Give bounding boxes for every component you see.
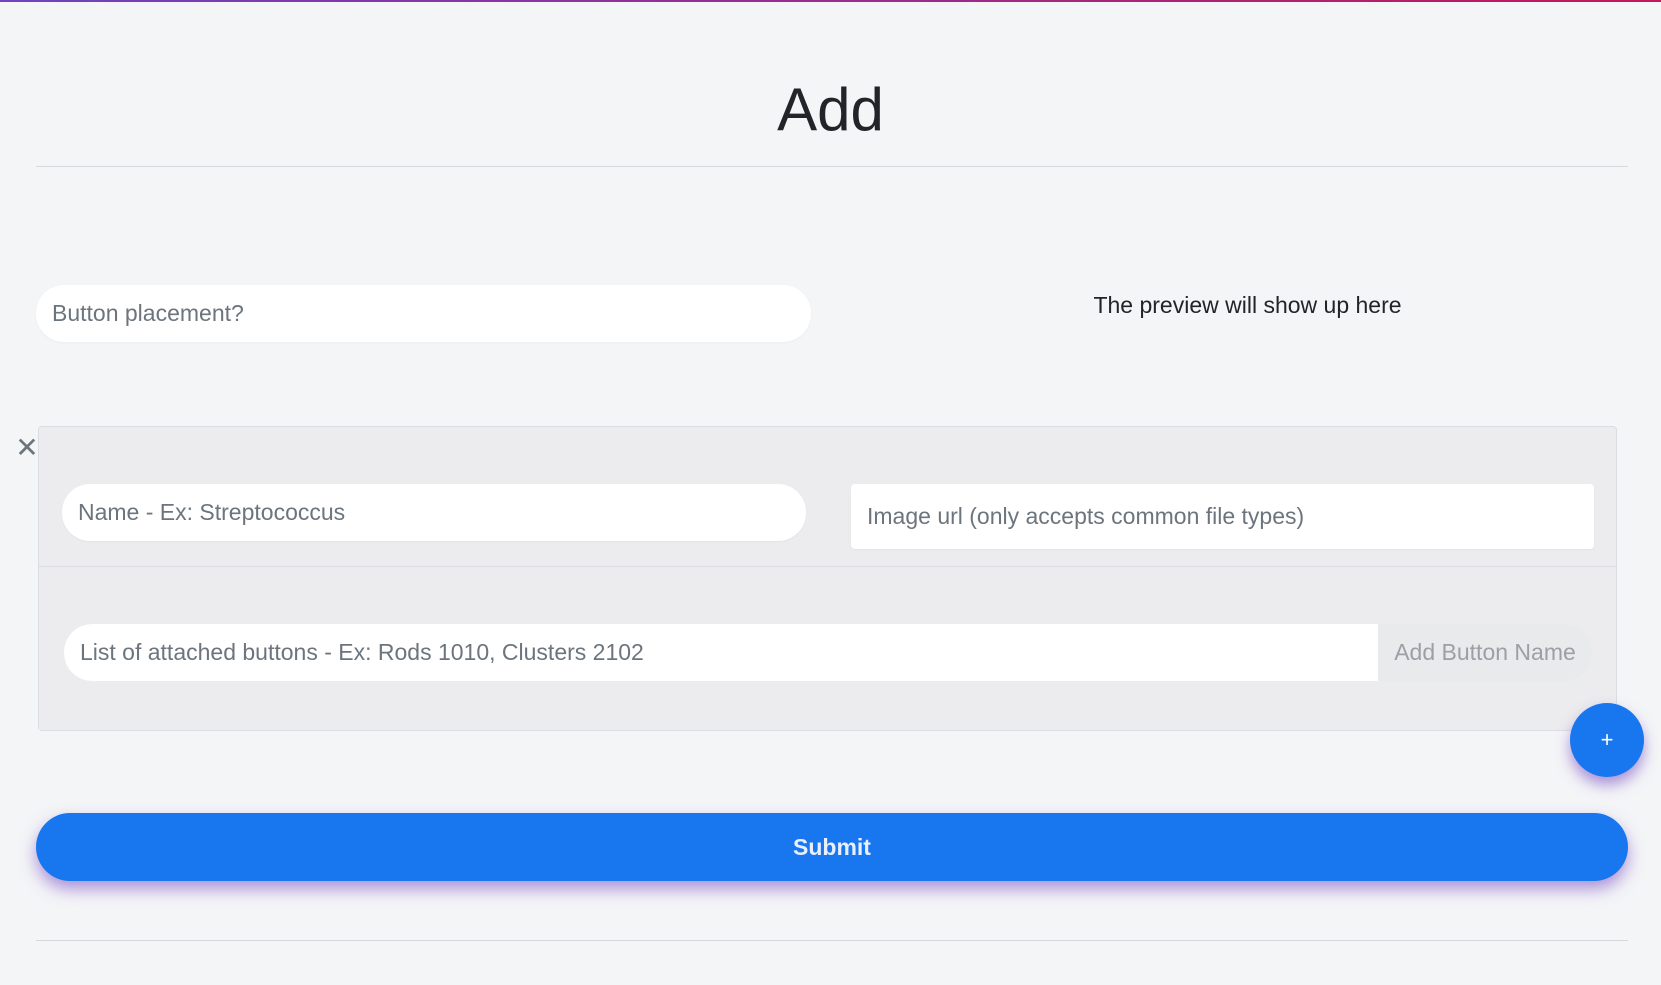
add-entry-button[interactable]: + (1570, 703, 1644, 777)
close-icon[interactable]: ✕ (14, 433, 40, 463)
page-title: Add (777, 76, 884, 143)
add-button-name-button[interactable]: Add Button Name (1378, 624, 1592, 681)
top-accent-strip (0, 0, 1661, 2)
attached-buttons-group: Add Button Name (64, 624, 1592, 681)
bottom-divider (36, 940, 1628, 941)
submit-button[interactable]: Submit (36, 813, 1628, 881)
image-url-input[interactable] (851, 484, 1594, 549)
name-input[interactable] (62, 484, 806, 541)
button-placement-input[interactable] (36, 285, 811, 342)
preview-placeholder-text: The preview will show up here (1093, 292, 1402, 318)
title-divider (36, 166, 1628, 167)
attached-buttons-input[interactable] (64, 624, 1378, 681)
